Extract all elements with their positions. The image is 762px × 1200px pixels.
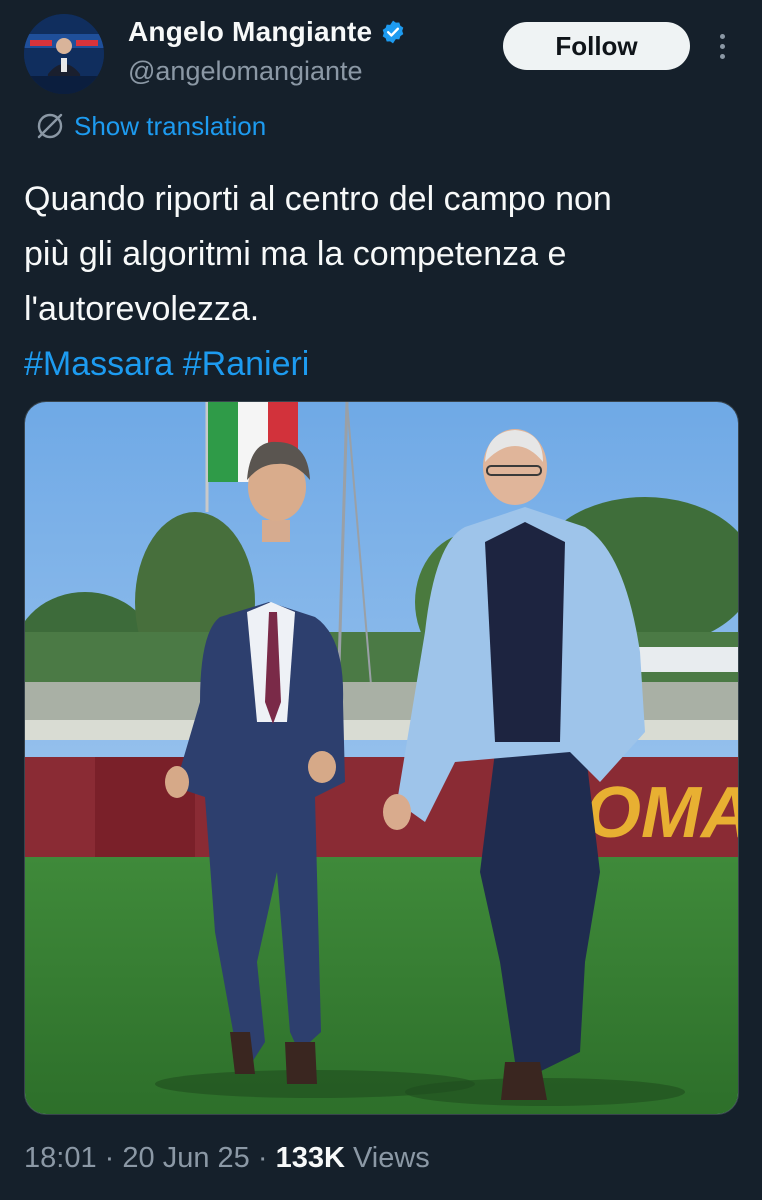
- follow-button[interactable]: Follow: [503, 22, 690, 70]
- media-illustration: OMA: [25, 402, 739, 1114]
- tweet-media-image[interactable]: OMA: [24, 401, 739, 1115]
- meta-separator: ·: [104, 1142, 115, 1174]
- tweet-text: Quando riporti al centro del campo non p…: [24, 172, 738, 392]
- tweet-text-line: l'autorevolezza.: [24, 290, 260, 328]
- banner-text: OMA: [585, 773, 739, 853]
- author-display-name[interactable]: Angelo Mangiante: [128, 16, 372, 48]
- show-translation-link[interactable]: Show translation: [34, 110, 266, 142]
- tweet-text-line: più gli algoritmi ma la competenza e: [24, 235, 567, 273]
- views-count[interactable]: 133K: [276, 1142, 345, 1174]
- tweet-text-line: Quando riporti al centro del campo non: [24, 180, 612, 218]
- verified-badge-icon: [383, 20, 404, 44]
- hashtag-row: #Massara #Ranieri: [24, 337, 738, 392]
- author-name-row: Angelo Mangiante: [128, 16, 406, 48]
- tweet-date[interactable]: 20 Jun 25: [122, 1142, 249, 1174]
- tweet-meta: 18:01 · 20 Jun 25 · 133K Views: [24, 1142, 430, 1175]
- globe-slash-icon: [37, 113, 63, 139]
- author-handle[interactable]: @angelomangiante: [128, 56, 363, 87]
- hashtag-ranieri[interactable]: #Ranieri: [183, 345, 310, 383]
- meta-separator: ·: [257, 1142, 268, 1174]
- more-vertical-icon[interactable]: [708, 28, 738, 64]
- avatar-image: [24, 14, 104, 94]
- show-translation-label: Show translation: [74, 110, 267, 141]
- tweet-time[interactable]: 18:01: [24, 1142, 97, 1174]
- author-avatar[interactable]: [24, 14, 104, 94]
- views-label: Views: [352, 1142, 430, 1174]
- hashtag-massara[interactable]: #Massara: [24, 345, 173, 383]
